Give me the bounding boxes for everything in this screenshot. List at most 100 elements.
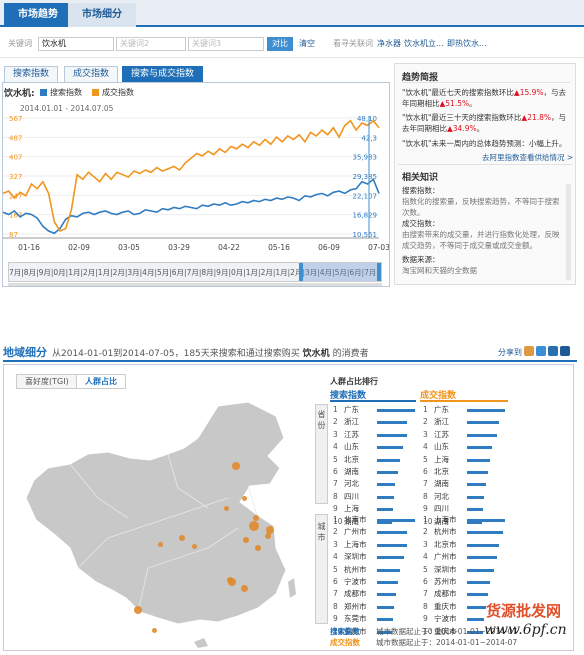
rank-number: 9: [333, 614, 338, 624]
rank-share-bar: [467, 409, 505, 412]
x-axis-tick: 03-05: [118, 243, 140, 252]
rank-number: 1: [333, 405, 338, 414]
rank-share-bar: [467, 421, 499, 425]
rank-share-bar: [467, 495, 484, 499]
map-city-dot[interactable]: [179, 535, 185, 541]
rank-name: 四川: [344, 491, 359, 501]
rank-name: 广州市: [344, 527, 367, 537]
map-city-dot[interactable]: [240, 584, 248, 592]
timeline-handle-left[interactable]: [299, 263, 303, 281]
right-axis-tick: 16,829: [353, 212, 378, 220]
divider: [398, 164, 572, 165]
share-label[interactable]: 分享到: [498, 347, 522, 358]
city-label: 城市: [315, 514, 328, 624]
rank-name: 成都市: [434, 589, 457, 599]
city-search-rank-item: 2 广州市: [333, 526, 417, 538]
panel-scrollbar[interactable]: [566, 184, 571, 280]
rank-name: 广东: [434, 405, 449, 414]
tab-market-segment[interactable]: 市场细分: [68, 3, 136, 27]
map-city-dot[interactable]: [265, 533, 271, 539]
share-renren-icon[interactable]: [548, 346, 558, 356]
rank-share-bar: [467, 605, 486, 609]
rank-share-bar: [377, 580, 398, 584]
tab-tgi[interactable]: 喜好度(TGI): [16, 374, 78, 389]
x-axis-tick: 04-22: [218, 243, 240, 252]
rank-name: 北京市: [434, 539, 457, 549]
tab-search-and-deal[interactable]: 搜索与成交指数: [122, 66, 204, 82]
rank-number: 2: [423, 527, 428, 537]
keyword-input-2[interactable]: 关键词2: [116, 37, 186, 51]
compare-button[interactable]: 对比: [267, 37, 293, 51]
province-search-rank-item: 1 广东: [333, 404, 417, 416]
tab-deal-index[interactable]: 成交指数: [64, 66, 119, 82]
timeline-scrollbar[interactable]: [8, 283, 382, 286]
timeline-selection[interactable]: [301, 263, 379, 281]
divider: [0, 57, 584, 58]
tab-search-index[interactable]: 搜索指数: [4, 66, 59, 82]
share-more-icon[interactable]: [560, 346, 570, 356]
province-deal-rank-item: 5 上海: [423, 454, 509, 466]
rank-share-bar: [377, 605, 394, 609]
more-supply-link[interactable]: 去阿里指数查看供给情况 >: [482, 152, 573, 163]
rank-name: 浙江: [434, 417, 449, 427]
map-city-dot[interactable]: [243, 537, 249, 543]
x-axis-tick: 01-16: [18, 243, 40, 252]
city-search-rank-item: 3 上海市: [333, 539, 417, 551]
map-city-dot[interactable]: [191, 543, 197, 549]
province-deal-list: 1 广东 2 浙江 3 江苏 4 山东 5 上海 6 北京 7 湖南 8 河北 9 四川 10湖南: [423, 404, 509, 528]
rank-share-bar: [467, 458, 490, 462]
share-qq-icon[interactable]: [536, 346, 546, 356]
province-search-rank-item: 7 河北: [333, 478, 417, 490]
map-city-dot[interactable]: [255, 545, 261, 551]
region-title: 地域细分: [3, 346, 47, 359]
knowledge-search: 搜索指数： 指数化的搜索量，反映搜索趋势，不等同于搜索次数。: [402, 186, 560, 217]
right-axis-tick: 35,983: [353, 154, 378, 162]
tab-market-trend[interactable]: 市场趋势: [4, 3, 72, 27]
rank-number: 1: [423, 515, 428, 524]
related-keyword-3[interactable]: 即热饮水...: [447, 37, 487, 51]
keyword-input-3[interactable]: 关键词3: [188, 37, 264, 51]
chart-keyword: 饮水机:: [4, 89, 35, 99]
clear-button[interactable]: 清空: [299, 37, 315, 51]
map-city-dot[interactable]: [134, 606, 142, 614]
rank-share-bar: [377, 458, 400, 462]
legend-deal-label: 成交指数: [102, 88, 134, 97]
rank-name: 北京: [344, 454, 359, 464]
related-keyword-2[interactable]: 饮水机立...: [404, 37, 444, 51]
map-city-dot[interactable]: [157, 541, 163, 547]
map-city-dot[interactable]: [151, 627, 157, 633]
map-city-dot[interactable]: [227, 577, 233, 583]
rank-number: 7: [333, 479, 338, 489]
province-deal-rank-item: 7 湖南: [423, 478, 509, 490]
watermark-logo: 货源批发网: [486, 602, 562, 620]
rank-title: 人群占比排行: [330, 377, 378, 386]
x-axis-tick: 03-29: [168, 243, 190, 252]
keyword-input-1[interactable]: 饮水机: [38, 37, 114, 51]
rank-share-bar: [377, 568, 400, 572]
city-search-rank-item: 9 东莞市: [333, 613, 417, 625]
map-city-dot[interactable]: [223, 505, 229, 511]
rank-number: 3: [333, 429, 338, 439]
foot-search-label: 搜索指数: [330, 627, 360, 636]
share-weibo-icon[interactable]: [524, 346, 534, 356]
tab-crowd-share[interactable]: 人群占比: [76, 374, 126, 389]
knowledge-title: 相关知识: [402, 173, 439, 183]
rank-number: 7: [423, 589, 428, 599]
rank-number: 4: [423, 552, 428, 562]
map-city-dot[interactable]: [241, 495, 247, 501]
rank-name: 广东: [344, 405, 359, 414]
province-deal-rank-item: 1 广东: [423, 404, 509, 416]
map-city-dot[interactable]: [232, 462, 240, 470]
related-keyword-1[interactable]: 净水器: [377, 37, 401, 51]
province-search-rank-item: 5 北京: [333, 454, 417, 466]
province-search-rank-item: 6 湖南: [333, 466, 417, 478]
map-city-dot[interactable]: [249, 521, 259, 531]
timeline-handle-right[interactable]: [377, 263, 381, 281]
rank-share-bar: [377, 519, 415, 522]
timeline-scrubber[interactable]: 7月|8月|9月|0月|1月|2月|1月|2月|3月|4月|5月|6月|7月|8…: [8, 262, 382, 282]
rank-name: 苏州市: [434, 576, 457, 586]
province-deal-rank-item: 2 浙江: [423, 416, 509, 428]
watermark-url: www.6pf.cn: [484, 622, 567, 638]
rank-number: 3: [333, 539, 338, 549]
city-deal-rank-item: 2 杭州市: [423, 526, 509, 538]
